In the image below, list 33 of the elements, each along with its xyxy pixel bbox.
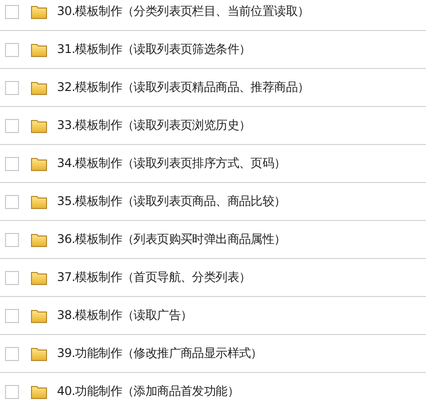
checkbox[interactable]: [5, 384, 19, 398]
folder-icon: [31, 4, 47, 18]
folder-icon: [31, 346, 47, 360]
folder-icon: [31, 384, 47, 398]
checkbox[interactable]: [5, 42, 19, 56]
checkbox[interactable]: [5, 346, 19, 360]
folder-icon: [31, 156, 47, 170]
item-label[interactable]: 30.模板制作（分类列表页栏目、当前位置读取）: [57, 3, 310, 20]
checkbox[interactable]: [5, 118, 19, 132]
checkbox[interactable]: [5, 4, 19, 18]
checkbox[interactable]: [5, 308, 19, 322]
folder-icon: [31, 270, 47, 284]
checkbox[interactable]: [5, 80, 19, 94]
item-label[interactable]: 34.模板制作（读取列表页排序方式、页码）: [57, 155, 286, 172]
checkbox[interactable]: [5, 270, 19, 284]
folder-icon: [31, 80, 47, 94]
folder-icon: [31, 232, 47, 246]
item-label[interactable]: 40.功能制作（添加商品首发功能）: [57, 383, 239, 400]
folder-icon: [31, 308, 47, 322]
checkbox[interactable]: [5, 194, 19, 208]
item-label[interactable]: 38.模板制作（读取广告）: [57, 307, 192, 324]
item-label[interactable]: 35.模板制作（读取列表页商品、商品比较）: [57, 193, 286, 210]
checkbox[interactable]: [5, 232, 19, 246]
item-label[interactable]: 39.功能制作（修改推广商品显示样式）: [57, 345, 262, 362]
checkbox[interactable]: [5, 156, 19, 170]
item-label[interactable]: 36.模板制作（列表页购买时弹出商品属性）: [57, 231, 286, 248]
item-label[interactable]: 31.模板制作（读取列表页筛选条件）: [57, 41, 251, 58]
folder-icon: [31, 118, 47, 132]
item-label[interactable]: 33.模板制作（读取列表页浏览历史）: [57, 117, 251, 134]
folder-icon: [31, 194, 47, 208]
item-label[interactable]: 32.模板制作（读取列表页精品商品、推荐商品）: [57, 79, 310, 96]
item-label[interactable]: 37.模板制作（首页导航、分类列表）: [57, 269, 251, 286]
folder-icon: [31, 42, 47, 56]
